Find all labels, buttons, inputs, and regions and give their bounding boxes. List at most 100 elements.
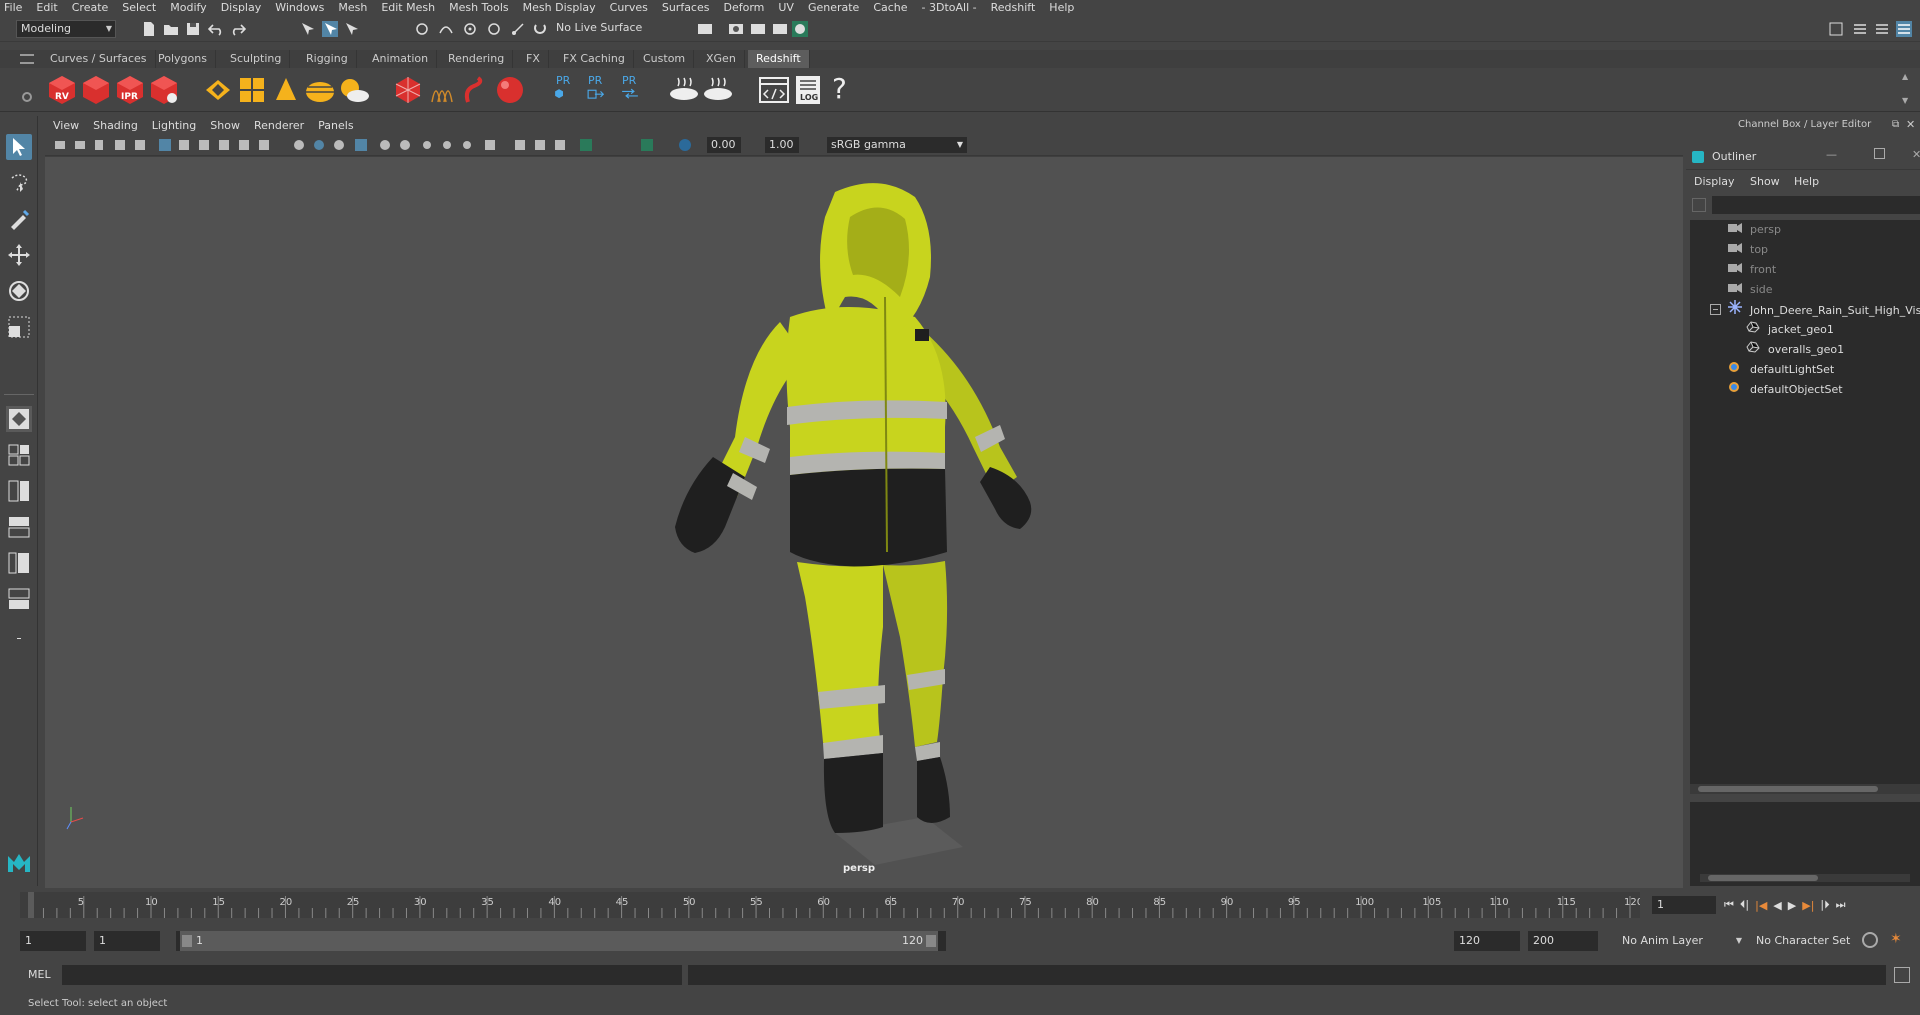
redshift-ipr-icon[interactable]: IPR: [114, 74, 146, 106]
playback-end-field[interactable]: 120: [1454, 931, 1520, 951]
new-scene-icon[interactable]: [141, 21, 157, 37]
shelf-tab-rigging[interactable]: Rigging: [298, 50, 357, 68]
shelf-tab-curves-surfaces[interactable]: Curves / Surfaces: [42, 50, 156, 68]
shelf-tab-animation[interactable]: Animation: [364, 50, 438, 68]
menu-create[interactable]: Create: [72, 1, 109, 14]
shelf-tab-fx-caching[interactable]: FX Caching: [555, 50, 634, 68]
go-to-start-icon[interactable]: ⏮: [1724, 898, 1734, 912]
panel-menu-shading[interactable]: Shading: [93, 119, 138, 132]
post-render-icon-1[interactable]: PR: [548, 74, 580, 106]
shelf-settings-icon[interactable]: [22, 92, 32, 102]
auto-key-icon[interactable]: ✶: [1890, 931, 1902, 947]
collapse-group-icon[interactable]: [1710, 304, 1721, 315]
anim-layer-dropdown[interactable]: No Anim Layer ▼: [1622, 931, 1744, 951]
redshift-spot-light-icon[interactable]: [270, 74, 302, 106]
menu-mesh-tools[interactable]: Mesh Tools: [449, 1, 509, 14]
redo-icon[interactable]: [230, 21, 247, 37]
redshift-hair-icon[interactable]: [460, 74, 492, 106]
menu-surfaces[interactable]: Surfaces: [662, 1, 710, 14]
render-current-frame-icon[interactable]: [728, 21, 744, 37]
workspace-icon[interactable]: [1828, 21, 1844, 37]
redshift-volume-icon[interactable]: [426, 74, 458, 106]
search-icon[interactable]: [1692, 198, 1706, 212]
shelf-scroll-down-icon[interactable]: ▼: [1902, 96, 1908, 105]
menu-generate[interactable]: Generate: [808, 1, 859, 14]
panel-menu-renderer[interactable]: Renderer: [254, 119, 304, 132]
step-forward-icon[interactable]: |⏵: [1820, 898, 1829, 912]
play-backwards-icon[interactable]: ◀: [1773, 899, 1781, 912]
color-space-dropdown[interactable]: sRGB gamma ▼: [827, 137, 967, 153]
minimize-icon[interactable]: —: [1826, 148, 1837, 161]
outliner-search-input[interactable]: [1712, 196, 1920, 214]
redshift-help-icon[interactable]: ?: [826, 72, 858, 106]
redshift-dome-light-icon[interactable]: [304, 74, 336, 106]
float-panel-icon[interactable]: ⧉: [1892, 116, 1899, 134]
rain-suit-model[interactable]: [45, 157, 1683, 888]
gamma-field[interactable]: 1.00: [765, 137, 799, 153]
menu-file[interactable]: File: [4, 1, 22, 14]
command-language-label[interactable]: MEL: [28, 968, 51, 981]
close-panel-icon[interactable]: ✕: [1906, 116, 1915, 134]
layout-options-icon[interactable]: [6, 626, 32, 652]
shelf-tab-fx[interactable]: FX: [518, 50, 549, 68]
render-settings-window-icon[interactable]: [772, 21, 788, 37]
stacked-layout-icon[interactable]: [6, 514, 32, 540]
panel-menu-lighting[interactable]: Lighting: [152, 119, 196, 132]
redshift-render-settings-icon[interactable]: [148, 74, 180, 106]
shelf-tab-custom[interactable]: Custom: [635, 50, 695, 68]
redshift-sun-sky-icon[interactable]: [338, 74, 370, 106]
shelf-scroll-up-icon[interactable]: ▲: [1902, 72, 1908, 81]
snap-live-icon[interactable]: [510, 21, 526, 37]
select-object-icon[interactable]: [322, 21, 338, 37]
end-time-field[interactable]: 200: [1528, 931, 1598, 951]
outliner-item[interactable]: defaultObjectSet: [1728, 380, 1843, 400]
outliner-layout-icon[interactable]: [6, 550, 32, 576]
select-tool-icon[interactable]: [6, 134, 32, 160]
outliner-horizontal-scrollbar[interactable]: [1690, 784, 1920, 794]
menu-help[interactable]: Help: [1049, 1, 1074, 14]
step-back-icon[interactable]: ⏴|: [1740, 898, 1749, 912]
redshift-bake-icon[interactable]: [668, 74, 700, 106]
shelf-tab-rendering[interactable]: Rendering: [440, 50, 514, 68]
post-render-icon-2[interactable]: PR: [580, 74, 612, 106]
start-time-field[interactable]: 1: [20, 931, 86, 951]
menu-mesh[interactable]: Mesh: [338, 1, 367, 14]
menu-edit-mesh[interactable]: Edit Mesh: [381, 1, 435, 14]
select-hierarchy-icon[interactable]: [300, 21, 316, 37]
redshift-render-icon[interactable]: [80, 74, 112, 106]
panel-toolbar-icons[interactable]: [55, 137, 705, 153]
menu-3dtoall[interactable]: - 3DtoAll -: [922, 1, 977, 14]
outliner-menu-help[interactable]: Help: [1794, 175, 1819, 188]
single-perspective-layout-icon[interactable]: [6, 406, 32, 432]
outliner-item[interactable]: John_Deere_Rain_Suit_High_Visib: [1728, 300, 1920, 320]
step-forward-key-icon[interactable]: ▶|: [1802, 899, 1814, 912]
menu-display[interactable]: Display: [221, 1, 262, 14]
menu-deform[interactable]: Deform: [723, 1, 764, 14]
outliner-item[interactable]: defaultLightSet: [1728, 360, 1834, 380]
menu-curves[interactable]: Curves: [610, 1, 648, 14]
outliner-item[interactable]: side: [1728, 280, 1773, 300]
menu-cache[interactable]: Cache: [873, 1, 907, 14]
3d-scene-view[interactable]: persp: [45, 157, 1683, 888]
character-set-dropdown[interactable]: No Character Set: [1756, 931, 1868, 951]
playback-start-field[interactable]: 1: [94, 931, 160, 951]
open-scene-icon[interactable]: [163, 21, 179, 37]
snap-curve-icon[interactable]: [438, 21, 454, 37]
hypershade-icon[interactable]: [792, 21, 808, 37]
range-slider-handle[interactable]: 1 120: [180, 931, 938, 951]
redshift-render-view-icon[interactable]: RV: [46, 74, 78, 106]
select-component-icon[interactable]: [344, 21, 360, 37]
menu-select[interactable]: Select: [122, 1, 156, 14]
toggle-channel-box-icon[interactable]: [1896, 21, 1912, 37]
current-frame-field[interactable]: 1: [1652, 896, 1716, 914]
post-render-icon-3[interactable]: PR: [614, 74, 646, 106]
rotate-tool-icon[interactable]: [6, 278, 32, 304]
live-surface-field[interactable]: No Live Surface: [552, 20, 652, 38]
outliner-item[interactable]: jacket_geo1: [1746, 320, 1834, 340]
four-view-layout-icon[interactable]: [6, 442, 32, 468]
close-icon[interactable]: ✕: [1912, 148, 1920, 161]
scrollbar-thumb[interactable]: [1698, 786, 1878, 792]
go-to-end-icon[interactable]: ⏭: [1836, 898, 1846, 912]
animation-preferences-icon[interactable]: [1862, 932, 1878, 948]
menu-mesh-display[interactable]: Mesh Display: [523, 1, 596, 14]
